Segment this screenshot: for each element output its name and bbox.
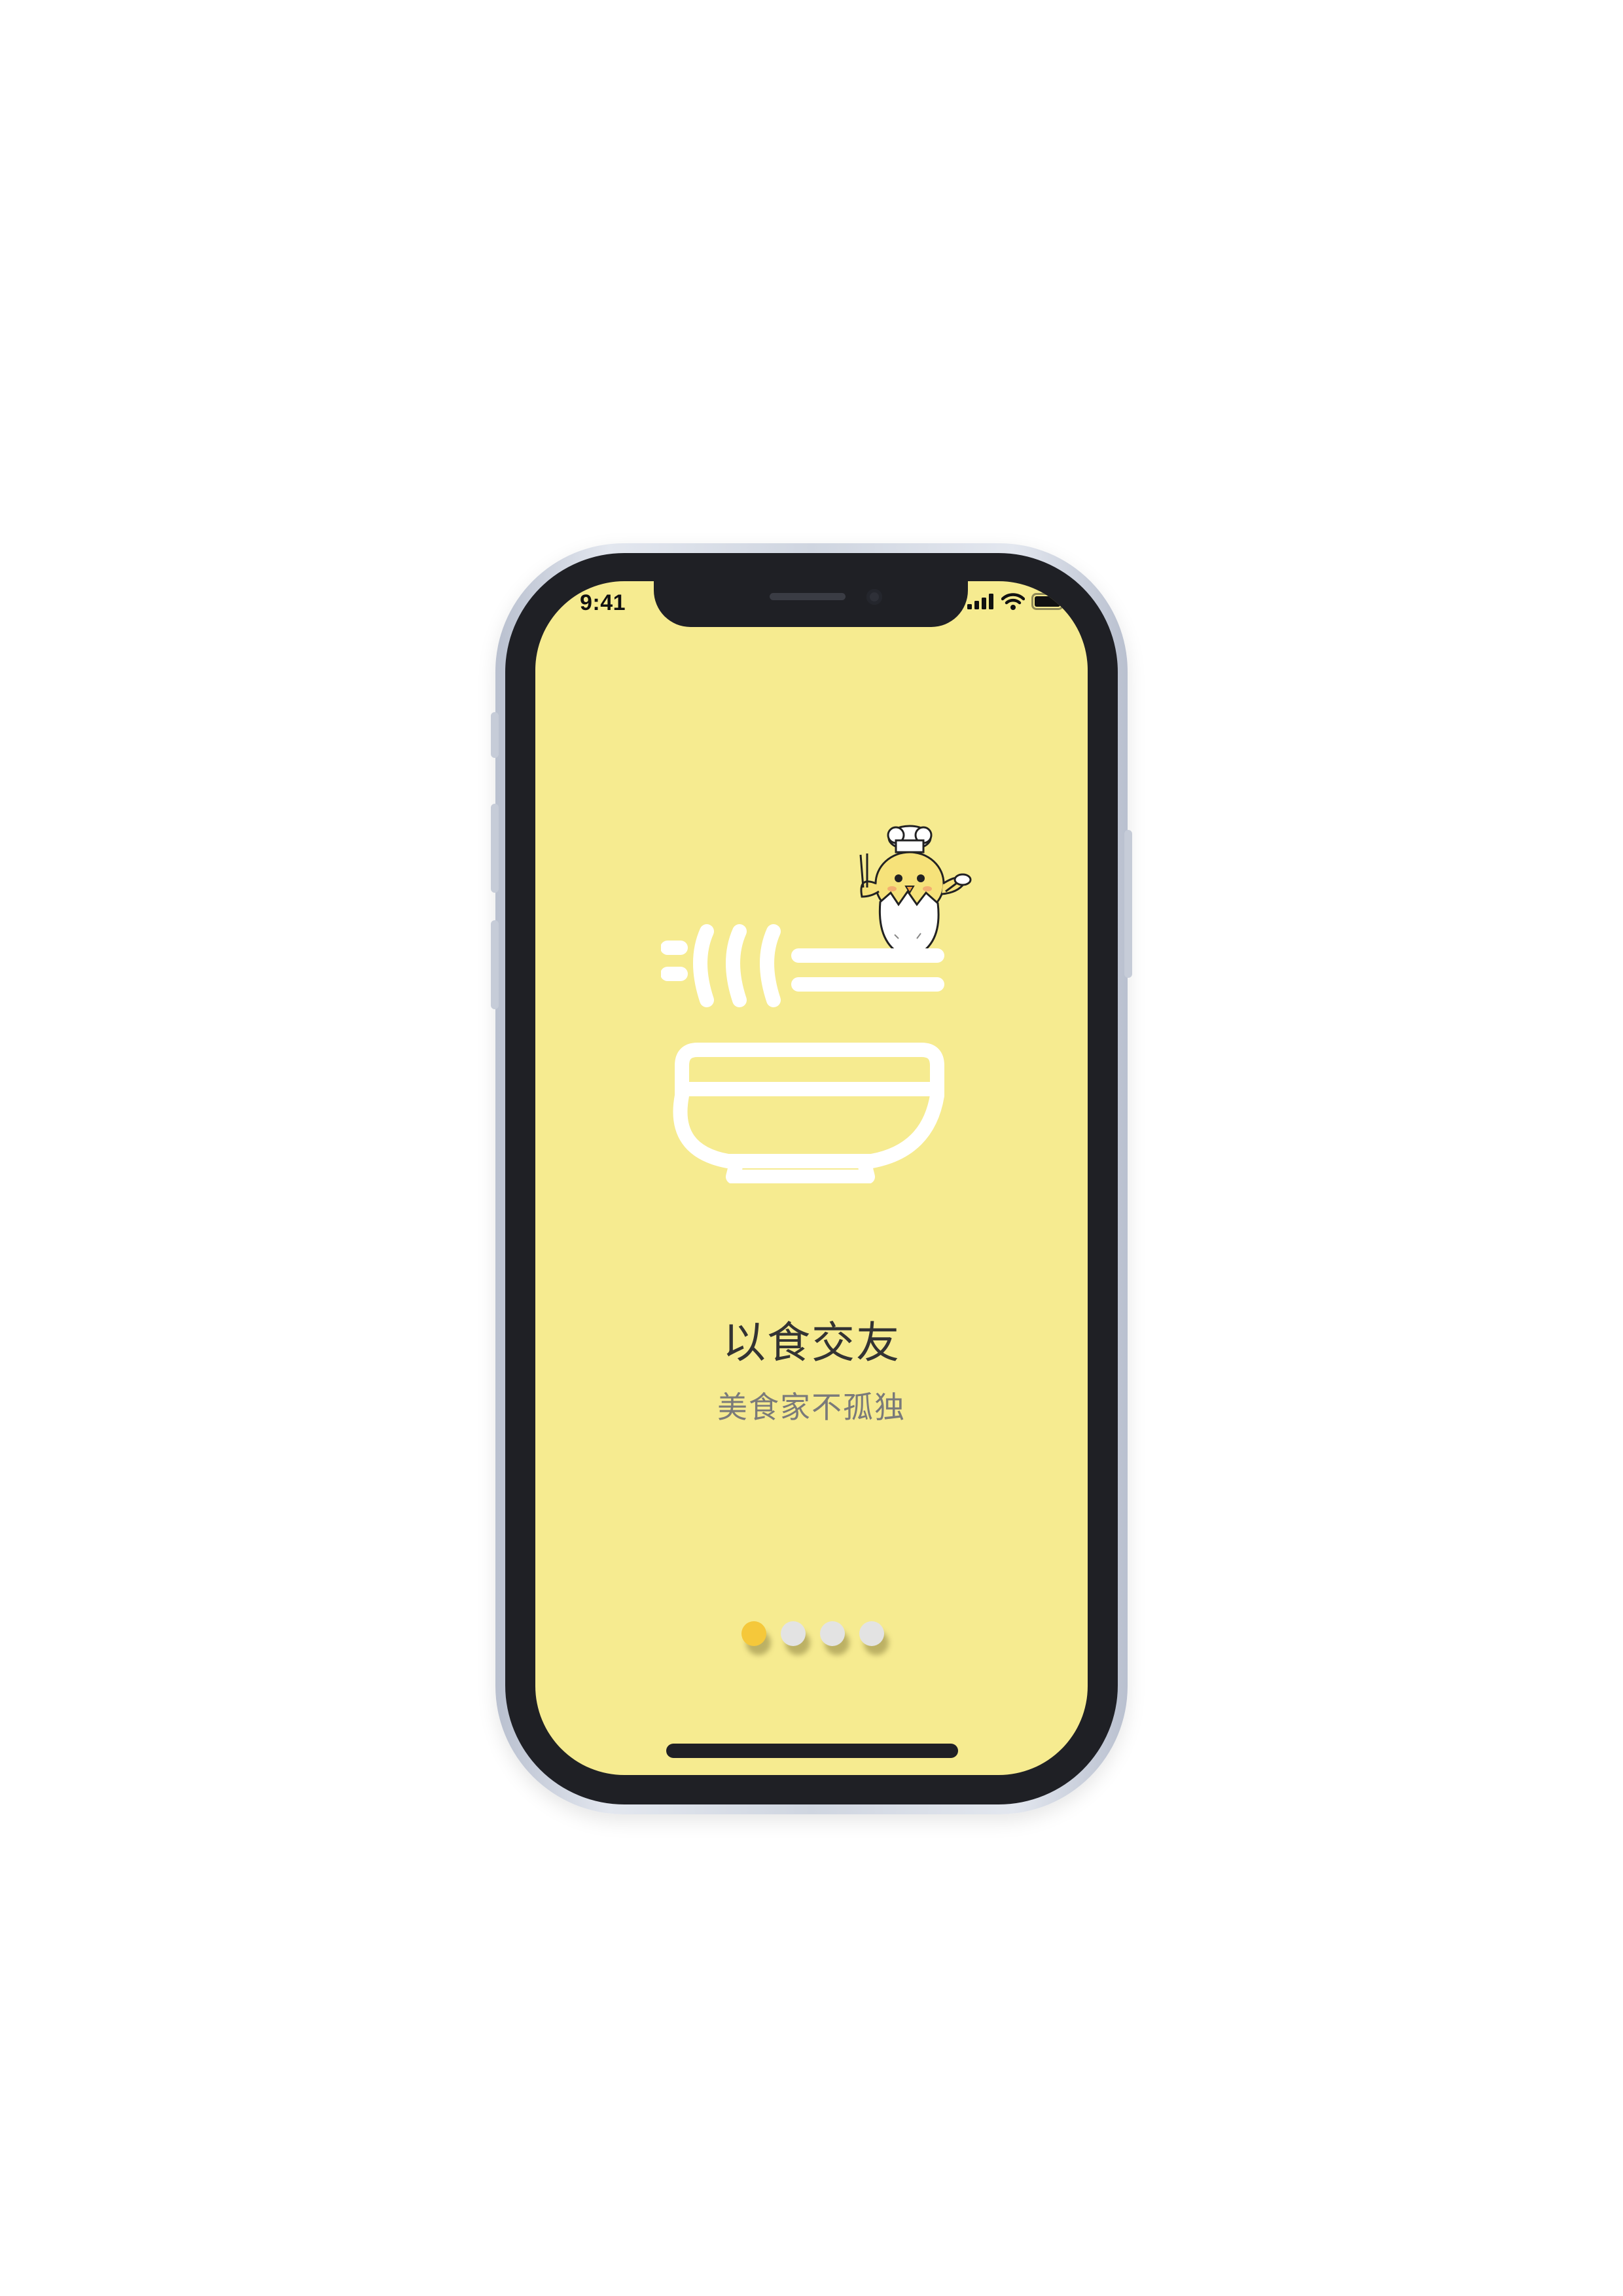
status-icons (967, 593, 1068, 610)
page-dot-2[interactable] (781, 1621, 806, 1646)
battery-icon (1031, 593, 1067, 610)
volume-down-button (491, 920, 499, 1009)
page-dot-3[interactable] (820, 1621, 845, 1646)
notch (654, 581, 968, 627)
page-dot-4[interactable] (859, 1621, 884, 1646)
power-button (1124, 830, 1132, 978)
onboarding-title: 以食交友 (722, 1318, 901, 1368)
speaker-grille (770, 593, 846, 600)
signal-icon (967, 594, 993, 609)
onboarding-subtitle: 美食家不孤独 (717, 1390, 906, 1425)
silent-switch (491, 712, 499, 758)
noodle-bowl-icon (661, 924, 944, 1183)
page-dot-1-active[interactable] (741, 1621, 766, 1646)
volume-up-button (491, 804, 499, 893)
app-screen: 9:41 以食交友 美食家不孤独 (535, 581, 1088, 1775)
wifi-icon (1001, 593, 1025, 610)
status-time: 9:41 (580, 590, 626, 615)
front-camera (866, 589, 882, 605)
home-indicator[interactable] (666, 1744, 958, 1758)
page-indicator (741, 1621, 884, 1646)
